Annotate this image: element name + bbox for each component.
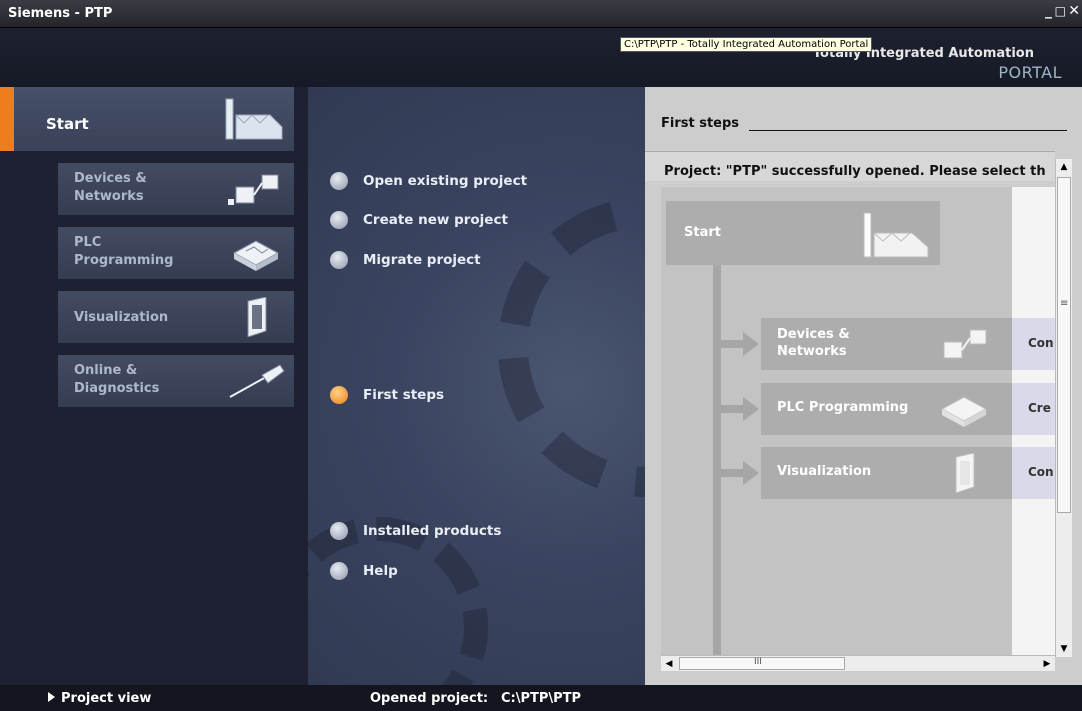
- close-button[interactable]: ✕: [1068, 3, 1080, 19]
- vertical-scrollbar[interactable]: ▲ ≡ ▼: [1055, 159, 1072, 657]
- scroll-right-icon[interactable]: ▶: [1039, 656, 1055, 672]
- nav-online-diagnostics-label: Online & Diagnostics: [74, 363, 160, 396]
- devices-networks-icon: [228, 174, 279, 205]
- minimize-button[interactable]: _: [1045, 3, 1052, 19]
- flow-arrow-icon: [743, 332, 759, 356]
- nav-plc-programming[interactable]: PLC Programming: [58, 227, 294, 279]
- flow-plc-programming-description: Cre: [1012, 383, 1055, 435]
- status-bar: Project view Opened project: C:\PTP\PTP: [0, 685, 1082, 711]
- title-tooltip: C:\PTP\PTP - Totally Integrated Automati…: [620, 37, 873, 52]
- flow-arrow-icon: [743, 397, 759, 421]
- nav-online-diagnostics[interactable]: Online & Diagnostics: [58, 355, 294, 407]
- flow-start-label: Start: [684, 225, 721, 240]
- nav-visualization-label: Visualization: [74, 310, 169, 325]
- portal-header: Totally Integrated Automation PORTAL: [0, 28, 1082, 87]
- devices-networks-icon: [943, 329, 987, 359]
- brand-portal: PORTAL: [998, 63, 1062, 82]
- window-title: Siemens - PTP: [8, 6, 113, 21]
- scroll-left-icon[interactable]: ◀: [661, 656, 677, 672]
- flow-start-box: Start: [666, 201, 940, 265]
- expand-arrow-icon: [48, 692, 55, 702]
- grip-icon: III: [754, 657, 762, 667]
- horizontal-scrollbar[interactable]: ◀ III ▶: [661, 655, 1055, 671]
- workflow-diagram: Start Devices & Networks Con PLC Program…: [661, 187, 1055, 657]
- status-message-bar: Project: "PTP" successfully opened. Plea…: [645, 151, 1055, 181]
- bullet-icon: [330, 562, 348, 580]
- start-icon: [225, 98, 283, 140]
- gear-background: [308, 517, 488, 685]
- project-view-button[interactable]: Project view: [48, 691, 151, 706]
- vertical-scroll-thumb[interactable]: ≡: [1057, 177, 1071, 513]
- nav-start[interactable]: Start: [0, 87, 294, 151]
- portal-navigation: Start Devices &Networks PLCProgramming: [0, 87, 308, 685]
- bullet-icon: [330, 211, 348, 229]
- flow-visualization-description: Con: [1012, 447, 1055, 499]
- horizontal-scroll-thumb[interactable]: III: [679, 657, 845, 670]
- grip-icon: ≡: [1060, 298, 1069, 309]
- online-diagnostics-icon: [229, 364, 285, 398]
- bullet-icon: [330, 251, 348, 269]
- plc-programming-icon: [940, 396, 988, 427]
- start-icon: [863, 212, 929, 258]
- nav-start-label: Start: [46, 115, 89, 133]
- nav-devices-networks[interactable]: Devices & Networks: [58, 163, 294, 215]
- nav-plc-programming-label: PLC Programming: [74, 235, 174, 268]
- scroll-down-icon[interactable]: ▼: [1056, 641, 1072, 657]
- bullet-icon: [330, 522, 348, 540]
- flow-plc-programming[interactable]: PLC Programming: [761, 383, 1012, 435]
- active-bullet-icon: [330, 386, 348, 404]
- title-bar: Siemens - PTP _ □ ✕: [0, 0, 1082, 28]
- flow-devices-networks[interactable]: Devices & Networks: [761, 318, 1012, 370]
- plc-programming-icon: [232, 240, 280, 271]
- nav-visualization[interactable]: Visualization: [58, 291, 294, 343]
- action-panel: Open existing project Create new project…: [308, 87, 645, 685]
- content-title: First steps: [661, 116, 740, 131]
- visualization-icon: [955, 453, 975, 493]
- title-underline: [749, 130, 1067, 131]
- flow-visualization[interactable]: Visualization: [761, 447, 1012, 499]
- opened-project-path: C:\PTP\PTP: [501, 691, 582, 706]
- flow-devices-networks-description: Con: [1012, 318, 1055, 370]
- status-message: Project: "PTP" successfully opened. Plea…: [664, 164, 1046, 179]
- maximize-button[interactable]: □: [1055, 4, 1066, 18]
- scroll-up-icon[interactable]: ▲: [1056, 159, 1072, 175]
- gear-background: [498, 197, 645, 497]
- flow-connector-line: [713, 265, 721, 657]
- first-steps-panel: First steps Project: "PTP" successfully …: [645, 87, 1082, 685]
- nav-devices-networks-label: Devices & Networks: [74, 171, 147, 204]
- visualization-icon: [247, 297, 267, 337]
- flow-arrow-icon: [743, 461, 759, 485]
- opened-project-label: Opened project:: [370, 691, 489, 706]
- active-indicator: [0, 87, 14, 151]
- bullet-icon: [330, 172, 348, 190]
